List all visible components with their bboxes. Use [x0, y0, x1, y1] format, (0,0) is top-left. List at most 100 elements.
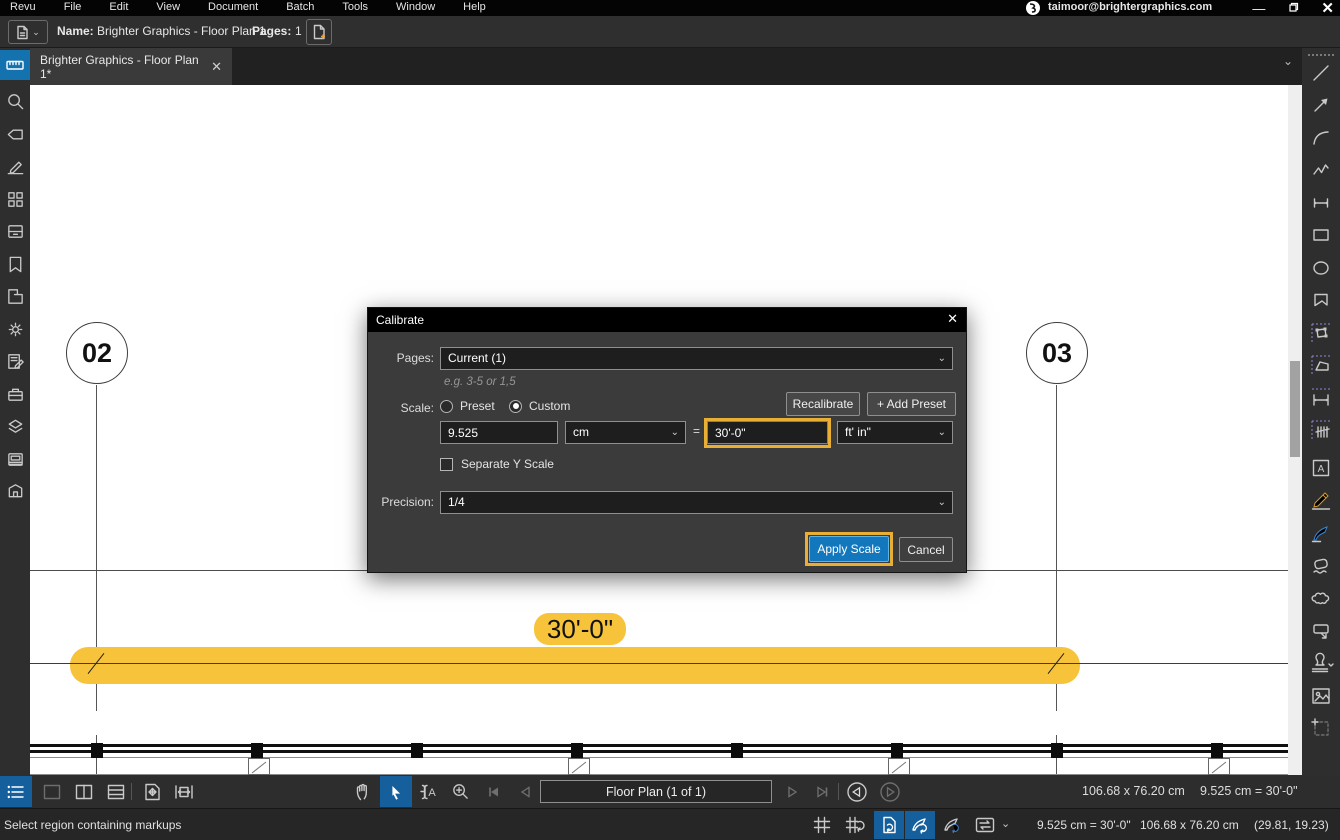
- apply-scale-button[interactable]: Apply Scale: [809, 536, 889, 562]
- page-navigation-field[interactable]: Floor Plan (1 of 1): [540, 780, 772, 803]
- document-sync-button[interactable]: [874, 811, 904, 839]
- tool-eraser[interactable]: [1306, 551, 1336, 581]
- split-vertical-button[interactable]: [68, 776, 100, 807]
- panel-layers-button[interactable]: [0, 411, 30, 441]
- prev-page-button[interactable]: [510, 776, 542, 807]
- menu-file[interactable]: File: [64, 1, 82, 13]
- dialog-close-icon[interactable]: ✕: [947, 311, 958, 327]
- custom-radio[interactable]: Custom: [509, 399, 570, 413]
- panel-studio-button[interactable]: [0, 444, 30, 474]
- status-scale-readout[interactable]: 9.525 cm = 30'-0": [1037, 818, 1131, 832]
- menu-tools[interactable]: Tools: [342, 1, 368, 13]
- tab-close-icon[interactable]: ✕: [211, 59, 222, 75]
- polyline-icon: [1311, 160, 1331, 180]
- panel-bookmarks-button[interactable]: [0, 249, 30, 279]
- panel-measurements-button[interactable]: [0, 50, 30, 80]
- recalibrate-button[interactable]: Recalibrate: [786, 392, 860, 416]
- dialog-title-bar[interactable]: Calibrate ✕: [368, 308, 966, 332]
- tool-polygon[interactable]: [1306, 285, 1336, 315]
- text-select-button[interactable]: A: [412, 776, 444, 807]
- tool-image[interactable]: [1306, 681, 1336, 711]
- close-button[interactable]: ✕: [1321, 0, 1334, 17]
- next-view-button[interactable]: [874, 776, 906, 807]
- menu-revu[interactable]: Revu: [10, 1, 36, 13]
- preset-radio[interactable]: Preset: [440, 399, 495, 413]
- menu-help[interactable]: Help: [463, 1, 486, 13]
- tool-pen[interactable]: [1306, 518, 1336, 548]
- panel-flags-button[interactable]: [0, 119, 30, 149]
- panel-file-attachments-button[interactable]: [0, 216, 30, 246]
- tool-text-box[interactable]: A: [1306, 453, 1336, 483]
- measurement-highlight-band[interactable]: [70, 647, 1080, 684]
- single-pane-button[interactable]: [36, 776, 68, 807]
- tool-callout[interactable]: [1306, 616, 1336, 646]
- fit-page-button[interactable]: [136, 776, 168, 807]
- select-tool-button[interactable]: [380, 776, 412, 807]
- tool-measure-length[interactable]: [1306, 383, 1336, 413]
- tool-arrow[interactable]: [1306, 90, 1336, 120]
- minimize-button[interactable]: —: [1252, 1, 1265, 16]
- scrollbar-thumb[interactable]: [1290, 361, 1300, 457]
- scale-to-unit-dropdown[interactable]: ft' in" ⌄: [837, 421, 953, 444]
- add-preset-button[interactable]: + Add Preset: [867, 392, 956, 416]
- tool-measure-perimeter[interactable]: [1306, 350, 1336, 380]
- panel-expand-chevron[interactable]: ⌄: [1283, 54, 1293, 68]
- tool-rectangle[interactable]: [1306, 220, 1336, 250]
- vertical-scrollbar[interactable]: [1288, 85, 1302, 775]
- next-page-button[interactable]: [776, 776, 808, 807]
- markup-list-button[interactable]: [0, 776, 32, 807]
- snap-toggle-button[interactable]: [841, 811, 869, 839]
- document-menu-button[interactable]: ⌄: [8, 20, 48, 44]
- swap-mode-button[interactable]: [971, 811, 999, 839]
- tool-snapshot[interactable]: [1306, 713, 1336, 743]
- panel-signatures-button[interactable]: [0, 151, 30, 181]
- restore-button[interactable]: [1287, 1, 1299, 16]
- markup-sync-button[interactable]: [905, 811, 935, 839]
- tool-measure-count[interactable]: [1306, 415, 1336, 445]
- scale-from-unit-dropdown[interactable]: cm ⌄: [565, 421, 686, 444]
- tool-polyline[interactable]: [1306, 155, 1336, 185]
- toolbar-drag-handle[interactable]: [1308, 54, 1334, 57]
- panel-studio-projects-button[interactable]: [0, 476, 30, 506]
- precision-dropdown[interactable]: 1/4 ⌄: [440, 491, 953, 514]
- tool-ellipse[interactable]: [1306, 253, 1336, 283]
- tool-line[interactable]: [1306, 58, 1336, 88]
- chevron-down-icon[interactable]: ⌄: [1001, 817, 1010, 830]
- tab-floor-plan[interactable]: Brighter Graphics - Floor Plan 1* ✕: [30, 48, 232, 85]
- menu-view[interactable]: View: [156, 1, 180, 13]
- cancel-button[interactable]: Cancel: [899, 537, 953, 562]
- menu-batch[interactable]: Batch: [286, 1, 314, 13]
- separate-y-checkbox[interactable]: Separate Y Scale: [440, 457, 554, 471]
- first-page-button[interactable]: [478, 776, 510, 807]
- panel-thumbnails-button[interactable]: [0, 184, 30, 214]
- account-email[interactable]: taimoor@brightergraphics.com: [1048, 1, 1212, 13]
- tool-dimension[interactable]: [1306, 188, 1336, 218]
- navigation-toolbar: A Floor Plan (1 of 1) 106.68 x 76.20 cm …: [0, 775, 1340, 808]
- previous-view-button[interactable]: [841, 776, 873, 807]
- tool-measure-area[interactable]: [1306, 318, 1336, 348]
- pan-tool-button[interactable]: [348, 776, 380, 807]
- insert-page-button[interactable]: [306, 19, 332, 45]
- zoom-tool-button[interactable]: [444, 776, 476, 807]
- tool-cloud[interactable]: [1306, 583, 1336, 613]
- tool-arc[interactable]: [1306, 123, 1336, 153]
- settings-gear-icon: [6, 320, 25, 339]
- menu-document[interactable]: Document: [208, 1, 258, 13]
- last-page-button[interactable]: [806, 776, 838, 807]
- scale-from-value-input[interactable]: [440, 421, 558, 444]
- panel-settings-button[interactable]: [0, 314, 30, 344]
- panel-tool-chest-button[interactable]: [0, 379, 30, 409]
- panel-spaces-button[interactable]: [0, 281, 30, 311]
- pen-sync-button[interactable]: [938, 811, 966, 839]
- split-horizontal-button[interactable]: [100, 776, 132, 807]
- menu-window[interactable]: Window: [396, 1, 435, 13]
- panel-search-button[interactable]: [0, 86, 30, 116]
- pages-dropdown[interactable]: Current (1) ⌄: [440, 347, 953, 370]
- scale-to-value-input[interactable]: [707, 421, 828, 444]
- tool-stamp[interactable]: [1306, 648, 1336, 678]
- menu-edit[interactable]: Edit: [109, 1, 128, 13]
- fit-width-button[interactable]: [168, 776, 200, 807]
- panel-markup-summary-button[interactable]: [0, 346, 30, 376]
- grid-toggle-button[interactable]: [808, 811, 836, 839]
- tool-highlighter[interactable]: [1306, 486, 1336, 516]
